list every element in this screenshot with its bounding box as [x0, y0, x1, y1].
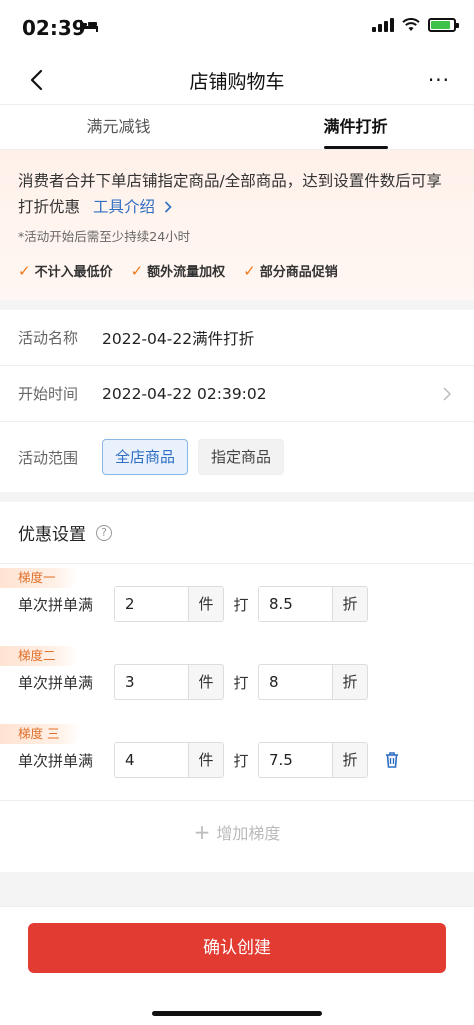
info-description: 消费者合并下单店铺指定商品/全部商品，达到设置件数后可享打折优惠 工具介绍 [18, 168, 456, 220]
plus-icon: + [193, 819, 211, 844]
bed-icon [80, 20, 98, 32]
activity-form: 活动名称 2022-04-22满件打折 开始时间 2022-04-22 02:3… [0, 310, 474, 492]
battery-icon [428, 18, 459, 32]
tier-count-unit: 件 [188, 586, 224, 622]
discount-tier-3: 梯度 三 单次拼单满 4 件 打 7.5 折 [0, 720, 474, 798]
tab-full-amount-discount[interactable]: 满元减钱 [0, 105, 237, 149]
more-icon[interactable]: ··· [428, 70, 450, 90]
tier-row: 单次拼单满 4 件 打 7.5 折 [18, 742, 456, 778]
tier-rate-input[interactable]: 8 [258, 664, 332, 700]
tier-rate-input[interactable]: 7.5 [258, 742, 332, 778]
add-tier-label: 增加梯度 [216, 823, 281, 843]
chevron-right-icon [164, 201, 172, 213]
tier-da-label: 打 [233, 751, 249, 770]
scope-option-specified[interactable]: 指定商品 [198, 439, 285, 475]
tier-rate-unit: 折 [332, 586, 368, 622]
tier-label: 单次拼单满 [18, 595, 94, 614]
activity-name-label: 活动名称 [18, 329, 79, 347]
page-title: 店铺购物车 [189, 70, 285, 93]
bottom-bar: 确认创建 [0, 906, 474, 1025]
perk-item: ✓ 部分商品促销 [243, 261, 338, 281]
tool-intro-link[interactable]: 工具介绍 [93, 198, 172, 216]
wifi-icon [402, 18, 420, 31]
tier-da-label: 打 [233, 673, 249, 692]
perk-label: 额外流量加权 [147, 265, 226, 280]
perk-label: 不计入最低价 [34, 265, 113, 280]
tier-rate-unit: 折 [332, 664, 368, 700]
tier-count-input[interactable]: 4 [114, 742, 188, 778]
status-time: 02:39 [22, 16, 86, 40]
tier-da-label: 打 [233, 595, 249, 614]
scope-label: 活动范围 [18, 448, 79, 467]
battery-level [431, 21, 450, 29]
perk-list: ✓ 不计入最低价 ✓ 额外流量加权 ✓ 部分商品促销 [18, 261, 456, 281]
discount-section-title: 优惠设置 [18, 525, 86, 545]
tier-count-input[interactable]: 3 [114, 664, 188, 700]
discount-section-header: 优惠设置 ? [0, 502, 474, 564]
perk-label: 部分商品促销 [259, 265, 338, 280]
chevron-right-icon [443, 387, 452, 401]
confirm-create-button[interactable]: 确认创建 [28, 923, 446, 973]
tier-count-input[interactable]: 2 [114, 586, 188, 622]
info-card: 消费者合并下单店铺指定商品/全部商品，达到设置件数后可享打折优惠 工具介绍 *活… [0, 150, 474, 300]
scope-row: 活动范围 全店商品 指定商品 [0, 422, 474, 492]
check-icon: ✓ [18, 261, 31, 280]
discount-tier-1: 梯度一 单次拼单满 2 件 打 8.5 折 [0, 564, 474, 642]
tier-label: 单次拼单满 [18, 751, 94, 770]
start-time-value[interactable]: 2022-04-22 02:39:02 [102, 385, 267, 403]
tier-row: 单次拼单满 2 件 打 8.5 折 [18, 586, 456, 622]
add-tier-button[interactable]: + 增加梯度 [0, 800, 474, 862]
discount-tier-2: 梯度二 单次拼单满 3 件 打 8 折 [0, 642, 474, 720]
activity-name-row[interactable]: 活动名称 2022-04-22满件打折 [0, 310, 474, 366]
trash-icon[interactable] [382, 750, 402, 770]
scope-option-all-store[interactable]: 全店商品 [102, 439, 189, 475]
discount-settings: 优惠设置 ? 梯度一 单次拼单满 2 件 打 8.5 折 梯度二 单次拼单满 3… [0, 502, 474, 872]
navbar: 店铺购物车 ··· [0, 56, 474, 104]
tier-rate-unit: 折 [332, 742, 368, 778]
status-bar: 02:39 [0, 0, 474, 56]
tier-tag: 梯度 三 [0, 724, 82, 744]
tier-count-unit: 件 [188, 742, 224, 778]
tab-bar: 满元减钱 满件打折 [0, 104, 474, 150]
chevron-left-icon[interactable] [26, 68, 50, 92]
info-description-text: 消费者合并下单店铺指定商品/全部商品，达到设置件数后可享打折优惠 [18, 172, 442, 216]
tab-full-piece-discount[interactable]: 满件打折 [237, 105, 474, 149]
tier-tag: 梯度一 [0, 568, 78, 588]
tier-tag: 梯度二 [0, 646, 78, 666]
help-icon[interactable]: ? [96, 524, 112, 541]
home-indicator [152, 1011, 322, 1016]
perk-item: ✓ 不计入最低价 [18, 261, 113, 281]
info-note: *活动开始后需至少持续24小时 [18, 229, 191, 244]
check-icon: ✓ [243, 261, 256, 280]
tier-rate-input[interactable]: 8.5 [258, 586, 332, 622]
tool-intro-label: 工具介绍 [92, 198, 155, 216]
start-time-row[interactable]: 开始时间 2022-04-22 02:39:02 [0, 366, 474, 422]
tier-count-unit: 件 [188, 664, 224, 700]
signal-icon [372, 18, 394, 32]
tier-label: 单次拼单满 [18, 673, 94, 692]
tier-row: 单次拼单满 3 件 打 8 折 [18, 664, 456, 700]
start-time-label: 开始时间 [18, 385, 79, 403]
check-icon: ✓ [130, 261, 144, 280]
status-icons [372, 18, 459, 32]
activity-name-field[interactable]: 2022-04-22满件打折 [102, 327, 254, 349]
perk-item: ✓ 额外流量加权 [130, 261, 226, 281]
